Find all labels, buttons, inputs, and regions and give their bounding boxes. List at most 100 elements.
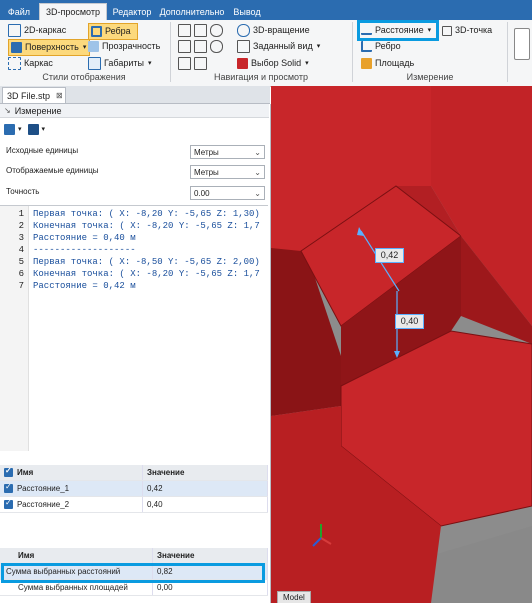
3d-viewport[interactable]: 0,42 0,40 Model (271, 86, 532, 603)
tab-file[interactable]: Файл (0, 4, 38, 20)
ribbon-separator (507, 22, 508, 82)
precision-label: Точность (6, 187, 40, 196)
log-line: Конечная точка: ( X: -8,20 Y: -5,65 Z: 1… (33, 221, 260, 231)
preset-view-button[interactable]: Заданный вид ▾ (237, 39, 320, 54)
chevron-down-icon[interactable]: ▾ (18, 125, 22, 133)
table-row[interactable]: Расстояние_2 0,40 (0, 496, 268, 513)
chevron-down-icon: ⌄ (254, 168, 261, 177)
tab-output[interactable]: Вывод (228, 4, 266, 20)
surface-icon (11, 42, 22, 53)
ribbon: 2D-каркас Поверхность ▾ Каркас Ребра Про… (0, 20, 532, 87)
document-tab[interactable]: 3D File.stp ⊠ (2, 87, 66, 103)
transparency-icon (88, 41, 99, 52)
edge-label: Ребро (375, 41, 401, 51)
area-icon (361, 58, 372, 69)
chevron-down-icon: ⌄ (254, 189, 261, 198)
document-tabs: 3D File.stp ⊠ (0, 86, 270, 104)
save-icon[interactable] (27, 123, 39, 135)
next-view-icon[interactable] (194, 57, 207, 70)
measurement-group-label: Измерение (406, 72, 454, 82)
tab-additional[interactable]: Дополнительно (158, 4, 226, 20)
nav-icons-row-3 (178, 56, 210, 71)
open-folder-icon[interactable] (4, 123, 15, 135)
display-units-value: Метры (194, 168, 219, 177)
zoom-window-icon[interactable] (194, 24, 207, 37)
panel-header: ↘ Измерение (0, 104, 269, 118)
page-icon[interactable] (514, 28, 530, 60)
display-units-label: Отображаемые единицы (6, 166, 99, 175)
log-line: Расстояние = 0,42 м (33, 281, 136, 291)
panel-pin-icon[interactable]: ↘ (4, 106, 11, 115)
dimensions-icon (88, 57, 101, 70)
pan-icon[interactable] (178, 40, 191, 53)
surfaces-button[interactable]: Поверхность ▾ (8, 39, 91, 56)
sum-highlight-box (1, 563, 265, 583)
row-value: 0,42 (142, 480, 268, 497)
preset-view-label: Заданный вид (253, 41, 313, 51)
line-number: 4 (18, 245, 24, 255)
edges-button[interactable]: Ребра (88, 23, 138, 40)
line-number: 2 (18, 221, 24, 231)
point-3d-icon (442, 25, 452, 36)
line-number: 6 (18, 269, 24, 279)
zoom-out-icon[interactable] (210, 40, 223, 53)
cube-icon (237, 40, 250, 53)
tab-3d-view[interactable]: 3D-просмотр (39, 3, 107, 21)
zoom-extents-icon[interactable] (194, 40, 207, 53)
rotate-3d-icon (237, 24, 250, 37)
edges-label: Ребра (105, 26, 131, 36)
column-header-name[interactable]: Имя (0, 465, 143, 481)
display-units-select[interactable]: Метры ⌄ (190, 165, 265, 179)
transparency-button[interactable]: Прозрачность (88, 39, 160, 54)
ribbon-separator (170, 22, 171, 82)
chevron-down-icon: ▾ (147, 60, 152, 67)
source-units-label: Исходные единицы (6, 146, 79, 155)
display-styles-group-label: Стили отображения (42, 72, 126, 82)
log-line: Конечная точка: ( X: -8,20 Y: -5,65 Z: 1… (33, 269, 260, 279)
fit-view-icon[interactable] (178, 24, 191, 37)
line-number: 7 (18, 281, 24, 291)
row-value: 0,40 (142, 496, 268, 513)
document-tab-label: 3D File.stp (7, 90, 51, 101)
nav-icons-row-1 (178, 23, 226, 38)
measurement-log[interactable]: 1 Первая точка: ( X: -8,20 Y: -5,65 Z: 1… (0, 205, 268, 451)
rotate-3d-label: 3D-вращение (253, 25, 310, 35)
line-number: 1 (18, 209, 24, 219)
source-units-select[interactable]: Метры ⌄ (190, 145, 265, 159)
row-checkbox[interactable] (4, 482, 13, 494)
wireframe-button[interactable]: Каркас (8, 56, 53, 71)
point-3d-button[interactable]: 3D-точка (442, 23, 492, 38)
column-header-value[interactable]: Значение (152, 548, 268, 564)
precision-select[interactable]: 0.00 ⌄ (190, 186, 265, 200)
row-name: Расстояние_1 (17, 483, 70, 493)
select-solid-label: Выбор Solid (251, 58, 302, 68)
distance-label-lower: 0,40 (395, 314, 424, 329)
log-line: Первая точка: ( X: -8,50 Y: -5,65 Z: 2,0… (33, 257, 260, 267)
model-render (271, 86, 532, 603)
tab-editor[interactable]: Редактор (108, 4, 156, 20)
dimensions-button[interactable]: Габариты ▾ (88, 56, 151, 71)
row-checkbox[interactable] (4, 498, 13, 510)
distance-label-upper: 0,42 (375, 248, 404, 263)
surfaces-label: Поверхность (25, 42, 79, 52)
close-icon[interactable]: ⊠ (56, 91, 63, 100)
zoom-in-icon[interactable] (210, 24, 223, 37)
rotate-3d-button[interactable]: 3D-вращение (237, 23, 310, 38)
wireframe-2d-button[interactable]: 2D-каркас (8, 23, 66, 38)
log-line: Первая точка: ( X: -8,20 Y: -5,65 Z: 1,3… (33, 209, 260, 219)
table-header: Имя Значение (0, 465, 268, 481)
edge-button[interactable]: Ребро (361, 39, 401, 54)
source-units-value: Метры (194, 148, 219, 157)
column-header-name[interactable]: Имя (0, 548, 153, 564)
chevron-down-icon[interactable]: ▾ (42, 125, 46, 133)
column-header-value[interactable]: Значение (142, 465, 268, 481)
previous-view-icon[interactable] (178, 57, 191, 70)
area-button[interactable]: Площадь (361, 56, 414, 71)
select-all-checkbox[interactable] (4, 466, 13, 478)
chevron-down-icon: ▾ (82, 44, 87, 51)
ribbon-tab-row: Файл 3D-просмотр Редактор Дополнительно … (0, 0, 532, 21)
select-solid-button[interactable]: Выбор Solid ▾ (237, 56, 309, 71)
model-tab[interactable]: Model (277, 591, 311, 603)
chevron-down-icon: ⌄ (254, 148, 261, 157)
table-row[interactable]: Расстояние_1 0,42 (0, 480, 268, 497)
